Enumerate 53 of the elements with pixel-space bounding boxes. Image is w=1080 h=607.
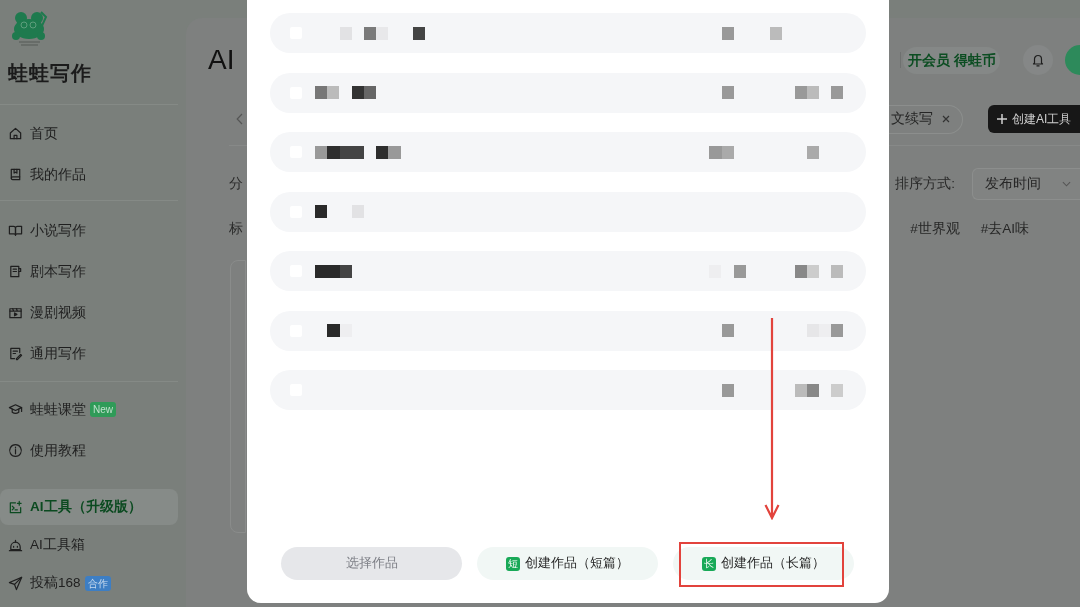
- sidebar-item[interactable]: 首页: [0, 115, 58, 152]
- bell-icon: [1031, 53, 1045, 67]
- pixelated-block: [315, 86, 376, 99]
- pixelated-block: [327, 324, 352, 337]
- send-icon: [8, 575, 23, 591]
- brand-name: 蛙蛙写作: [8, 61, 92, 86]
- sidebar-item[interactable]: 通用写作: [0, 335, 86, 372]
- dialog-button[interactable]: 短 创建作品（短篇）: [477, 547, 658, 580]
- book-icon: [8, 167, 23, 182]
- sidebar-item[interactable]: 剧本写作: [0, 253, 86, 290]
- edit-document-icon: [8, 346, 23, 361]
- page-title: AI: [208, 44, 235, 76]
- type-badge: 短: [506, 556, 520, 571]
- plus-icon: [997, 114, 1007, 124]
- sidebar-item[interactable]: 蛙蛙课堂: [0, 391, 86, 428]
- tag-link[interactable]: #去AI味: [980, 220, 1029, 238]
- category-label: 分: [229, 175, 243, 193]
- notifications-button[interactable]: [1023, 45, 1053, 75]
- sidebar-item[interactable]: 使用教程: [0, 432, 86, 469]
- sidebar-item[interactable]: AI工具（升级版）: [0, 489, 178, 525]
- sidebar-item[interactable]: 小说写作: [0, 212, 86, 249]
- close-icon[interactable]: [942, 115, 950, 123]
- menu-badge: 合作: [84, 575, 111, 591]
- pixelated-block: [315, 264, 352, 278]
- document-icon: [8, 264, 23, 279]
- sidebar-item[interactable]: 我的作品: [0, 156, 86, 193]
- robot-icon: [8, 537, 23, 553]
- home-icon: [8, 126, 23, 141]
- image-spark-icon: [8, 499, 23, 515]
- create-tool-button[interactable]: 创建AI工具: [988, 105, 1080, 133]
- menu-badge: New: [90, 402, 116, 417]
- work-row[interactable]: [270, 251, 866, 291]
- sidebar-item[interactable]: AI工具箱: [0, 527, 85, 563]
- graduation-cap-icon: [8, 402, 23, 417]
- chevron-left-icon[interactable]: [236, 113, 243, 125]
- membership-link[interactable]: 开会员 得蛙币: [903, 46, 1000, 74]
- chevron-down-icon: [1062, 181, 1071, 187]
- open-book-icon: [8, 223, 23, 238]
- work-row[interactable]: [270, 132, 866, 172]
- info-icon: [8, 443, 23, 458]
- sidebar-item[interactable]: 投稿168: [0, 565, 81, 601]
- frog-logo: [10, 8, 48, 46]
- tag-link[interactable]: #世界观: [910, 220, 960, 238]
- pixelated-block: [722, 26, 782, 40]
- sort-select[interactable]: 发布时间: [972, 168, 1080, 200]
- sort-label: 排序方式:: [895, 175, 955, 193]
- video-icon: [8, 305, 23, 320]
- tag-label: 标: [229, 220, 243, 238]
- user-avatar[interactable]: [1065, 45, 1080, 75]
- pixelated-block: [315, 205, 364, 218]
- sidebar-item[interactable]: 漫剧视频: [0, 294, 86, 331]
- dialog-button[interactable]: 长 创建作品（长篇）: [673, 547, 854, 580]
- type-badge: 长: [702, 556, 716, 571]
